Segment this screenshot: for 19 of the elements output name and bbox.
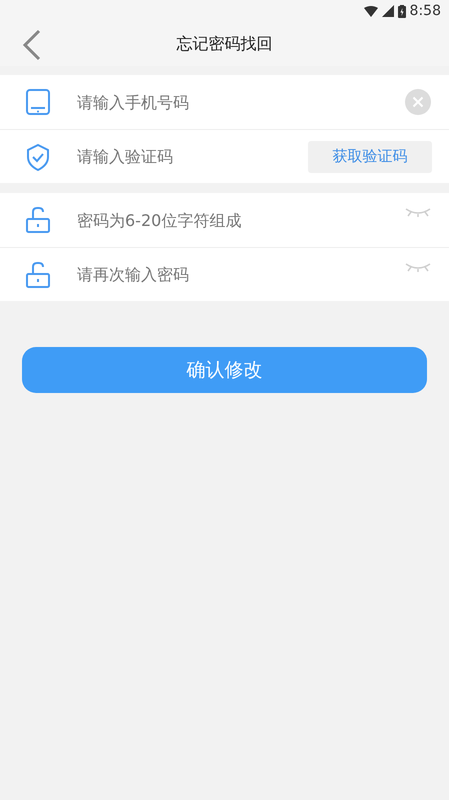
closed-eye-icon[interactable]: [405, 207, 431, 217]
input-field[interactable]: 密码为6-20位字符组成: [77, 202, 405, 238]
confirm-button[interactable]: 确认修改: [22, 347, 427, 393]
input-field[interactable]: 请再次输入密码: [77, 256, 405, 292]
input-field[interactable]: 请输入手机号码: [77, 84, 405, 120]
shield-icon: [25, 142, 51, 170]
lock-icon: [25, 260, 51, 288]
wifi-icon: [364, 6, 378, 16]
phone-icon: [25, 88, 51, 116]
input-field[interactable]: 请输入验证码: [77, 138, 308, 174]
status-time: 8:58: [410, 2, 441, 20]
signal-icon: [382, 5, 394, 17]
battery-icon: [398, 4, 406, 18]
clear-icon[interactable]: [405, 89, 431, 115]
back-icon[interactable]: [22, 29, 42, 61]
get-code-button[interactable]: 获取验证码: [308, 140, 432, 172]
lock-icon: [25, 206, 51, 234]
closed-eye-icon[interactable]: [405, 262, 431, 272]
page-title: 忘记密码找回: [176, 33, 272, 55]
